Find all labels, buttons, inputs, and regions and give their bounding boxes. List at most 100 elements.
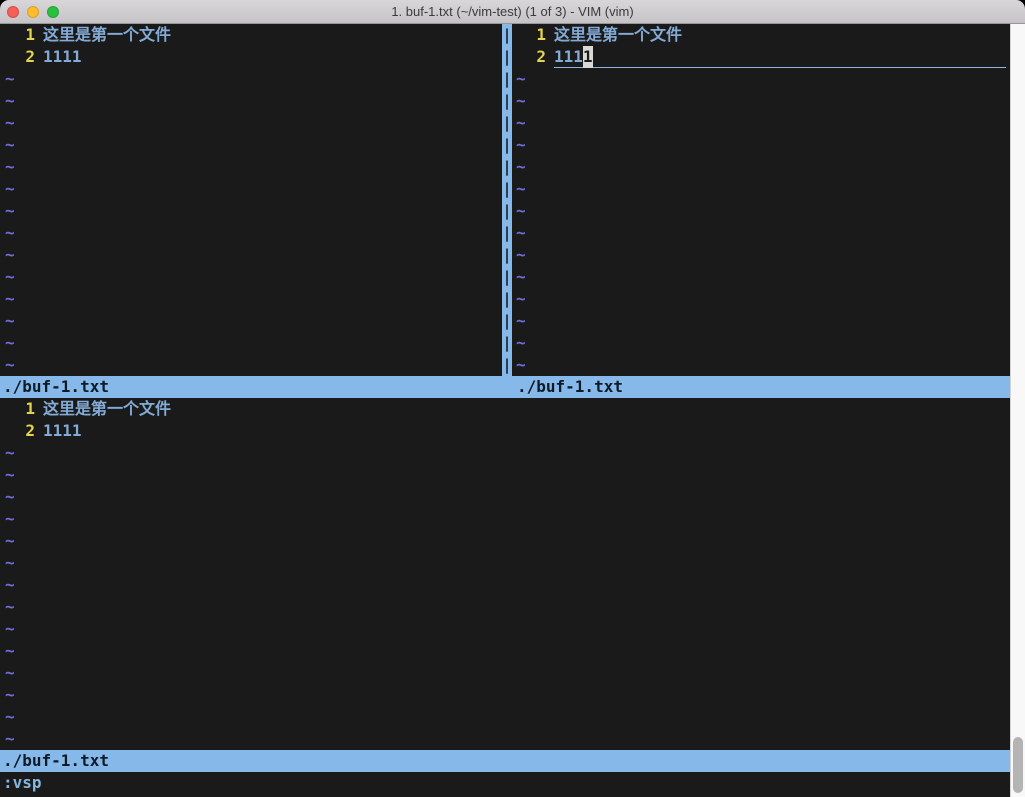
separator-glyph: | — [502, 200, 511, 222]
separator-glyph: | — [502, 90, 511, 112]
empty-line-tilde: ~ — [3, 530, 1010, 552]
empty-line-tilde: ~ — [3, 684, 1010, 706]
empty-line-tilde: ~ — [3, 288, 502, 310]
empty-line-tilde: ~ — [3, 618, 1010, 640]
empty-line-tilde: ~ — [514, 68, 1010, 90]
line-number: 2 — [3, 420, 43, 442]
empty-line-tilde: ~ — [514, 90, 1010, 112]
empty-line-tilde: ~ — [3, 200, 502, 222]
empty-line-tilde: ~ — [514, 178, 1010, 200]
separator-glyph: | — [502, 46, 511, 68]
empty-line-tilde: ~ — [3, 486, 1010, 508]
separator-glyph: | — [502, 354, 511, 376]
buffer-line[interactable]: 21111 — [3, 420, 1010, 442]
empty-line-tilde: ~ — [514, 354, 1010, 376]
empty-line-tilde: ~ — [3, 662, 1010, 684]
empty-line-tilde: ~ — [3, 266, 502, 288]
statusline-top[interactable]: ./buf-1.txt ./buf-1.txt — [0, 376, 1010, 398]
empty-line-tilde: ~ — [3, 464, 1010, 486]
empty-line-tilde: ~ — [3, 90, 502, 112]
line-number: 1 — [514, 24, 554, 46]
titlebar[interactable]: 1. buf-1.txt (~/vim-test) (1 of 3) - VIM… — [0, 0, 1025, 24]
separator-glyph: | — [502, 112, 511, 134]
empty-line-tilde: ~ — [3, 574, 1010, 596]
command-line[interactable]: :vsp — [0, 772, 1010, 797]
empty-line-tilde: ~ — [3, 728, 1010, 750]
zoom-button[interactable] — [47, 6, 59, 18]
empty-line-tilde: ~ — [3, 310, 502, 332]
empty-line-tilde: ~ — [3, 244, 502, 266]
buffer-line[interactable]: 1这里是第一个文件 — [3, 398, 1010, 420]
separator-glyph: | — [502, 156, 511, 178]
empty-line-tilde: ~ — [3, 332, 502, 354]
buffer-line[interactable]: 21111 — [3, 46, 502, 68]
empty-line-tilde: ~ — [3, 222, 502, 244]
vim-text-area: 1这里是第一个文件21111~~~~~~~~~~~~~~ |||||||||||… — [0, 24, 1010, 797]
empty-line-tilde: ~ — [3, 112, 502, 134]
empty-line-tilde: ~ — [514, 332, 1010, 354]
empty-line-tilde: ~ — [3, 354, 502, 376]
empty-line-tilde: ~ — [3, 508, 1010, 530]
traffic-lights — [7, 6, 59, 18]
separator-glyph: | — [502, 134, 511, 156]
separator-glyph: | — [502, 244, 511, 266]
statusline-filename-right: ./buf-1.txt — [517, 376, 623, 398]
line-number: 1 — [3, 24, 43, 46]
statusline-filename-left: ./buf-1.txt — [0, 377, 109, 396]
buffer-line[interactable]: 21111 — [514, 46, 1010, 68]
line-number: 2 — [3, 46, 43, 68]
empty-line-tilde: ~ — [3, 706, 1010, 728]
scrollbar-track[interactable] — [1010, 24, 1025, 797]
line-text: 1111 — [554, 46, 1006, 68]
empty-line-tilde: ~ — [514, 222, 1010, 244]
line-text-before-cursor: 111 — [554, 47, 583, 66]
separator-glyph: | — [502, 288, 511, 310]
empty-line-tilde: ~ — [3, 596, 1010, 618]
empty-line-tilde: ~ — [514, 134, 1010, 156]
empty-line-tilde: ~ — [514, 244, 1010, 266]
empty-line-tilde: ~ — [514, 266, 1010, 288]
scrollbar-thumb[interactable] — [1013, 737, 1023, 793]
empty-line-tilde: ~ — [3, 442, 1010, 464]
empty-line-tilde: ~ — [3, 134, 502, 156]
empty-line-tilde: ~ — [3, 552, 1010, 574]
line-text: 这里是第一个文件 — [554, 24, 682, 46]
statusline-filename-bottom: ./buf-1.txt — [0, 751, 109, 770]
separator-glyph: | — [502, 24, 511, 46]
separator-glyph: | — [502, 222, 511, 244]
separator-glyph: | — [502, 68, 511, 90]
separator-glyph: | — [502, 178, 511, 200]
close-button[interactable] — [7, 6, 19, 18]
line-text: 这里是第一个文件 — [43, 24, 171, 46]
buffer-line[interactable]: 1这里是第一个文件 — [514, 24, 1010, 46]
vim-window-top-right[interactable]: 1这里是第一个文件21111~~~~~~~~~~~~~~ — [512, 24, 1010, 376]
empty-line-tilde: ~ — [514, 288, 1010, 310]
separator-glyph: | — [502, 310, 511, 332]
empty-line-tilde: ~ — [3, 68, 502, 90]
line-text: 这里是第一个文件 — [43, 398, 171, 420]
separator-glyph: | — [502, 266, 511, 288]
empty-line-tilde: ~ — [3, 640, 1010, 662]
vim-window-top-left[interactable]: 1这里是第一个文件21111~~~~~~~~~~~~~~ — [0, 24, 502, 376]
line-text: 1111 — [43, 46, 82, 68]
line-number: 2 — [514, 46, 554, 68]
cursor: 1 — [583, 46, 593, 68]
empty-line-tilde: ~ — [3, 156, 502, 178]
buffer-line[interactable]: 1这里是第一个文件 — [3, 24, 502, 46]
line-number: 1 — [3, 398, 43, 420]
top-split: 1这里是第一个文件21111~~~~~~~~~~~~~~ |||||||||||… — [0, 24, 1010, 376]
vim-area: 1这里是第一个文件21111~~~~~~~~~~~~~~ |||||||||||… — [0, 24, 1025, 797]
macvim-window: 1. buf-1.txt (~/vim-test) (1 of 3) - VIM… — [0, 0, 1025, 797]
minimize-button[interactable] — [27, 6, 39, 18]
empty-line-tilde: ~ — [3, 178, 502, 200]
empty-line-tilde: ~ — [514, 200, 1010, 222]
vim-window-bottom[interactable]: 1这里是第一个文件21111~~~~~~~~~~~~~~ — [0, 398, 1010, 750]
statusline-bottom[interactable]: ./buf-1.txt — [0, 750, 1010, 772]
line-text: 1111 — [43, 420, 82, 442]
window-title: 1. buf-1.txt (~/vim-test) (1 of 3) - VIM… — [0, 0, 1025, 23]
vertical-split-separator[interactable]: |||||||||||||||| — [502, 24, 512, 376]
separator-glyph: | — [502, 332, 511, 354]
empty-line-tilde: ~ — [514, 310, 1010, 332]
empty-line-tilde: ~ — [514, 156, 1010, 178]
empty-line-tilde: ~ — [514, 112, 1010, 134]
